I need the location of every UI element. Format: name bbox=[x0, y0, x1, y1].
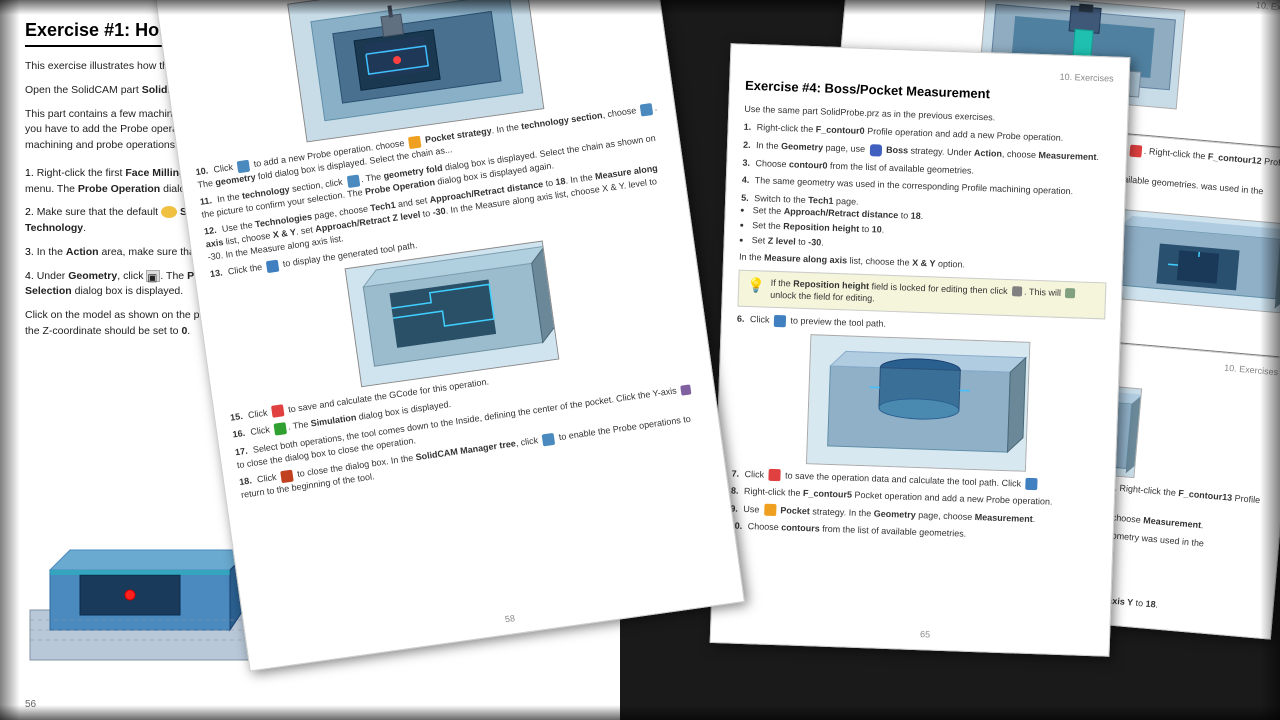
ex4-preview-icon bbox=[774, 314, 786, 326]
page-container: Exercise #1: Home Position This exercise… bbox=[0, 0, 1280, 720]
left-edge-shadow bbox=[0, 0, 20, 720]
doc1-cnc-image-mid bbox=[345, 240, 560, 387]
doc1-close-icon bbox=[280, 470, 294, 484]
doc1-yaxis-icon bbox=[680, 384, 691, 395]
ex4-calc2-icon bbox=[1025, 478, 1037, 490]
ex4-pocket-icon bbox=[764, 504, 776, 516]
ex4-boss-icon bbox=[869, 144, 881, 156]
tech-icon bbox=[640, 103, 654, 117]
geometry-btn-icon: ▣ bbox=[146, 270, 160, 282]
ex4-save-icon bbox=[768, 469, 780, 481]
ex4-unlock-icon bbox=[1065, 288, 1075, 298]
ex4-boss-image bbox=[806, 334, 1030, 472]
right-edge-shadow bbox=[1260, 0, 1280, 720]
doc1-calc-icon bbox=[266, 259, 280, 273]
bottom-shadow bbox=[0, 705, 1280, 720]
doc1-content: 10. Click to add a new Probe operation. … bbox=[174, 0, 705, 501]
ex4-step5-bullets: Set the Approach/Retract distance to 18.… bbox=[752, 204, 1109, 258]
doc1-tree-icon bbox=[542, 433, 556, 447]
tip-icon: 💡 bbox=[747, 276, 765, 296]
right-mid-image bbox=[1104, 208, 1280, 313]
tip-text: If the Reposition height field is locked… bbox=[770, 277, 1097, 314]
right-calc-icon bbox=[1130, 144, 1143, 157]
doc-page-1: 10. Click to add a new Probe operation. … bbox=[155, 0, 745, 671]
ex4-step5: 5. Switch to the Tech1 page. Set the App… bbox=[740, 191, 1110, 258]
single-point-icon bbox=[161, 206, 177, 218]
add-icon bbox=[237, 159, 251, 173]
ex4-page-num: 65 bbox=[726, 622, 1124, 648]
doc1-geo-icon bbox=[346, 174, 360, 188]
pocket-icon bbox=[408, 135, 422, 149]
doc-page-exercise4: 10. Exercises Exercise #4: Boss/Pocket M… bbox=[710, 43, 1131, 657]
ex4-lock-icon bbox=[1012, 287, 1022, 297]
doc1-save-icon bbox=[271, 405, 285, 419]
doc1-cnc-image-top bbox=[287, 0, 544, 142]
doc1-sim-icon bbox=[274, 422, 288, 436]
top-shadow bbox=[0, 0, 1280, 15]
ex4-tip-box: 💡 If the Reposition height field is lock… bbox=[737, 269, 1106, 319]
